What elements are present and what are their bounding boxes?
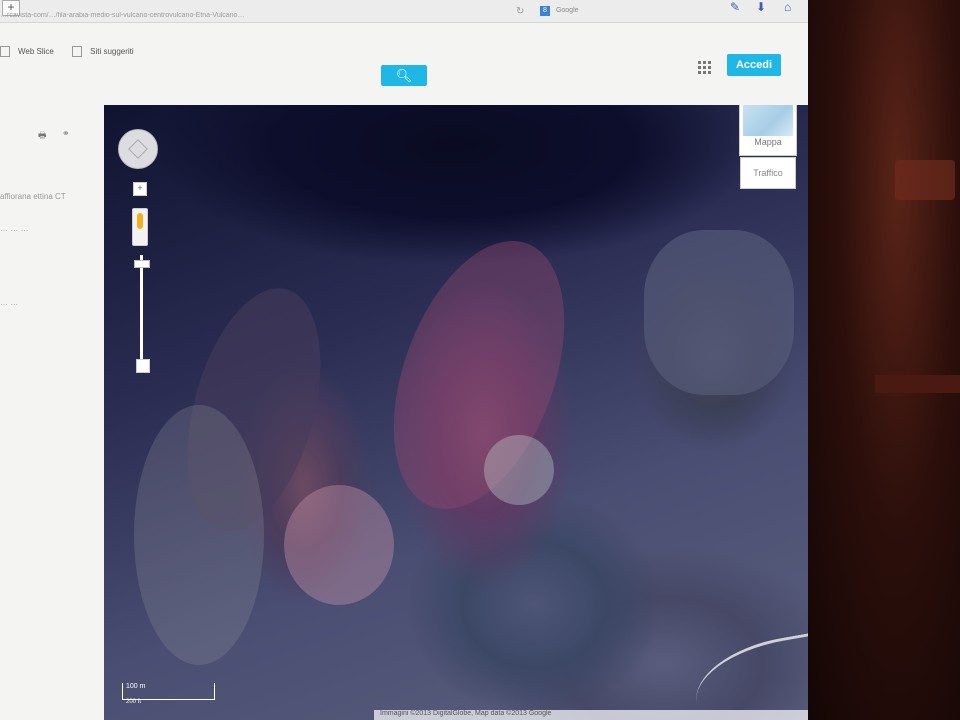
side-panel: 🖶 ⚭ affiorana ettina CT … … … … …: [0, 100, 103, 720]
tools-icon[interactable]: ✎: [730, 0, 740, 14]
bookmark-suggested-sites[interactable]: Siti suggeriti: [72, 46, 142, 57]
bookmark-web-slice[interactable]: Web Slice: [0, 46, 62, 57]
map-thumbnail: [743, 105, 793, 136]
zoom-slider-track[interactable]: [140, 255, 143, 365]
browser-search-box[interactable]: 8 Google: [540, 6, 670, 20]
search-button[interactable]: 🔍︎: [381, 65, 427, 86]
panel-result-text: … …: [0, 298, 19, 307]
link-icon[interactable]: ⚭: [62, 128, 70, 139]
map-attribution: Immagini ©2013 DigitalGlobe, Map data ©2…: [374, 710, 808, 720]
monitor-screen: + …rcavista-com/…/fila-arabia-medio-sul-…: [0, 0, 808, 720]
background-light: [895, 160, 955, 200]
map-road: [688, 626, 808, 720]
browser-toolbar: + …rcavista-com/…/fila-arabia-medio-sul-…: [0, 0, 808, 23]
room-background: [805, 0, 960, 720]
lava-flow-terrain: [360, 217, 598, 533]
download-icon[interactable]: ⬇: [756, 0, 766, 14]
street-view-pegman-icon[interactable]: [132, 208, 148, 246]
pan-control[interactable]: [118, 129, 158, 169]
terrain-highlight: [284, 485, 394, 605]
search-icon: 🔍︎: [395, 68, 413, 83]
search-engine-label: Google: [555, 7, 579, 14]
map-type-toggle[interactable]: Mappa: [739, 105, 797, 156]
crater-terrain: [644, 230, 794, 395]
vegetation-terrain: [484, 435, 554, 505]
scale-bar: 100 m 200 ft: [122, 683, 215, 705]
reload-icon[interactable]: ↻: [516, 6, 524, 17]
search-engine-badge: 8: [540, 6, 550, 16]
bookmarks-bar: Web Slice Siti suggeriti: [0, 46, 400, 62]
traffic-toggle[interactable]: Traffico: [740, 157, 796, 189]
scale-sub-label: 200 ft: [126, 699, 142, 705]
map-type-label: Mappa: [754, 137, 782, 147]
apps-grid-icon[interactable]: [698, 61, 711, 74]
print-icon[interactable]: 🖶: [38, 128, 47, 144]
address-bar[interactable]: …rcavista-com/…/fila-arabia-medio-sul-vu…: [0, 12, 500, 22]
zoom-out-button[interactable]: [136, 359, 150, 373]
panel-result-title[interactable]: affiorana ettina CT: [0, 192, 66, 201]
panel-result-text: … … …: [0, 224, 29, 233]
ash-field-terrain: [134, 405, 264, 665]
login-button[interactable]: Accedi: [727, 54, 781, 76]
home-icon[interactable]: ⌂: [784, 0, 791, 14]
zoom-in-button[interactable]: +: [133, 182, 147, 196]
zoom-slider-handle[interactable]: [134, 260, 150, 268]
background-shelf: [875, 375, 960, 393]
scale-label: 100 m: [126, 683, 146, 690]
satellite-map[interactable]: + Mappa Traffico 100 m 200 ft Immagini ©…: [104, 105, 808, 720]
